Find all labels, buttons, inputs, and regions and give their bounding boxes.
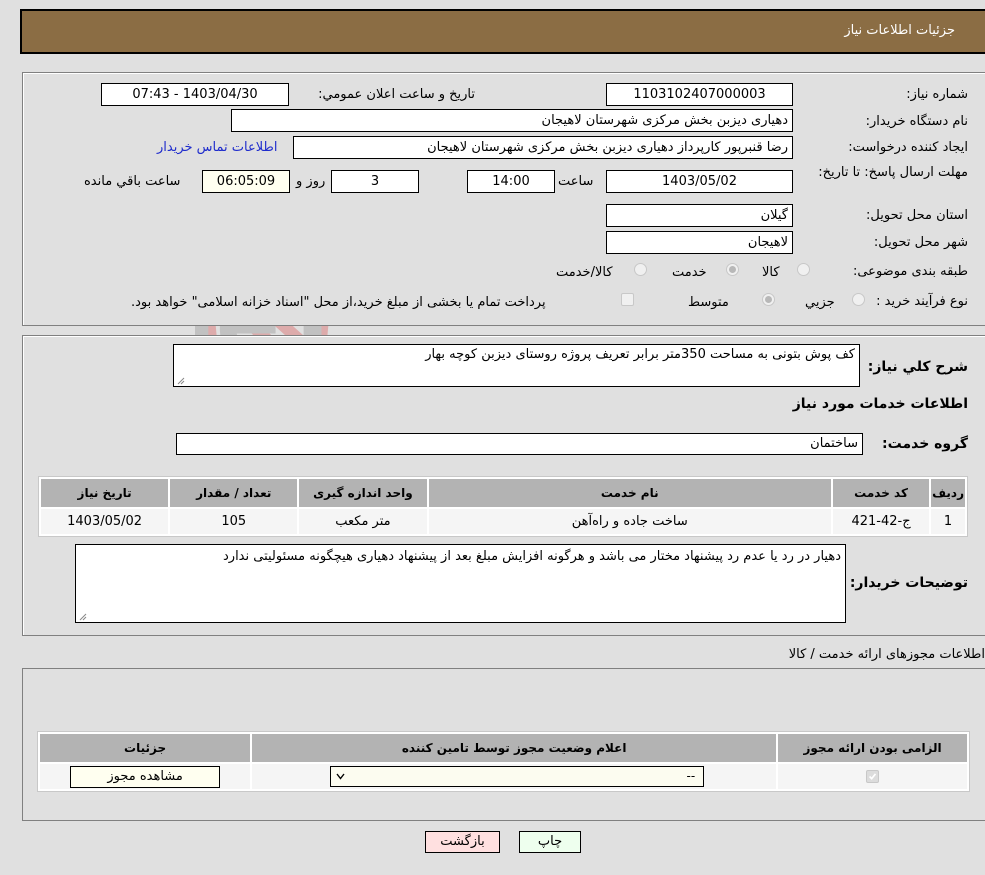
description-text: کف پوش بتونی به مساحت 350متر برابر تعریف… (425, 347, 855, 362)
services-table-header: ردیف کد خدمت نام خدمت واحد اندازه گیری ت… (41, 479, 965, 507)
permits-table: الزامی بودن ارائه مجوز اعلام وضعیت مجوز … (37, 731, 970, 792)
table-row: 1 ج-42-421 ساخت جاده و راه‌آهن متر مکعب … (41, 509, 965, 534)
deadline-date-field: 1403/05/02 (606, 170, 793, 193)
category-radio-goods[interactable] (797, 263, 810, 276)
category-label: طبقه بندی موضوعی: (852, 264, 968, 279)
cell-date: 1403/05/02 (41, 509, 169, 534)
buyer-org-label: نام دستگاه خریدار: (865, 114, 968, 129)
province-field: گیلان (606, 204, 793, 227)
service-group-label: گروه خدمت: (882, 436, 968, 452)
buyer-notes-textarea[interactable]: دهیار در رد یا عدم رد پیشنهاد مختار می ب… (75, 544, 846, 623)
col-index: ردیف (931, 479, 965, 507)
col-name: نام خدمت (428, 479, 831, 507)
permit-status-value: -- (686, 769, 696, 783)
permits-table-header: الزامی بودن ارائه مجوز اعلام وضعیت مجوز … (40, 734, 967, 762)
deadline-label: مهلت ارسال پاسخ: تا تاریخ: (818, 165, 968, 180)
cell-unit: متر مکعب (299, 509, 427, 534)
cell-name: ساخت جاده و راه‌آهن (428, 509, 831, 534)
treasury-note: پرداخت تمام یا بخشی از مبلغ خرید،از محل … (131, 295, 546, 310)
deadline-time-label: ساعت (558, 174, 594, 189)
services-table: ردیف کد خدمت نام خدمت واحد اندازه گیری ت… (38, 476, 968, 537)
buyer-notes-label: توضیحات خریدار: (849, 575, 968, 591)
col-qty: تعداد / مقدار (170, 479, 298, 507)
category-option-goods: کالا (762, 265, 780, 280)
category-option-service: خدمت (672, 265, 707, 280)
category-radio-goods-service[interactable] (634, 263, 647, 276)
table-row: -- مشاهده مجوز (40, 764, 967, 789)
creator-field: رضا قنبرپور کارپرداز دهیاری دیزبن بخش مر… (293, 136, 793, 159)
description-label: شرح کلي نیاز: (867, 359, 968, 375)
announce-label: تاریخ و ساعت اعلان عمومي: (318, 87, 475, 102)
city-field: لاهیجان (606, 231, 793, 254)
category-radio-service[interactable] (726, 263, 739, 276)
print-button[interactable]: چاپ (519, 831, 581, 853)
treasury-checkbox[interactable] (621, 293, 634, 306)
buyer-org-field: دهیاری دیزبن بخش مرکزی شهرستان لاهیجان (231, 109, 793, 132)
province-label: استان محل تحویل: (866, 208, 968, 223)
service-group-field: ساختمان (176, 433, 863, 455)
cell-permit-required (778, 764, 967, 789)
cell-code: ج-42-421 (832, 509, 930, 534)
process-option-minor: جزيي (805, 295, 835, 310)
process-type-label: نوع فرآیند خرید : (876, 294, 968, 309)
description-textarea[interactable]: کف پوش بتونی به مساحت 350متر برابر تعریف… (173, 344, 860, 387)
cell-index: 1 (931, 509, 965, 534)
permit-status-select[interactable]: -- (330, 766, 705, 787)
back-button[interactable]: بازگشت (425, 831, 500, 853)
deadline-time-field: 14:00 (467, 170, 555, 193)
need-number-label: شماره نیاز: (906, 87, 968, 102)
checkmark-icon (869, 773, 877, 780)
category-option-goods-service: کالا/خدمت (556, 265, 613, 280)
city-label: شهر محل تحویل: (873, 235, 968, 250)
page-header: جزئیات اطلاعات نیاز (20, 9, 985, 54)
col-permit-required: الزامی بودن ارائه مجوز (778, 734, 967, 762)
cell-permit-details: مشاهده مجوز (40, 764, 251, 789)
view-permit-button[interactable]: مشاهده مجوز (70, 765, 221, 788)
permit-required-checkbox[interactable] (866, 770, 880, 783)
permits-section-title: اطلاعات مجوزهای ارائه خدمت / کالا (788, 647, 985, 662)
process-option-medium: متوسط (688, 295, 729, 310)
cell-qty: 105 (170, 509, 298, 534)
col-code: کد خدمت (832, 479, 930, 507)
days-label: روز و (296, 174, 326, 189)
process-radio-medium[interactable] (762, 293, 775, 306)
col-date: تاریخ نیاز (41, 479, 169, 507)
days-remaining-field: 3 (331, 170, 419, 193)
resize-grip-icon[interactable] (176, 376, 185, 385)
col-permit-status: اعلام وضعیت مجوز توسط تامین کننده (252, 734, 777, 762)
page-title: جزئیات اطلاعات نیاز (844, 23, 955, 38)
col-permit-details: جزئیات (40, 734, 251, 762)
col-unit: واحد اندازه گیری (299, 479, 427, 507)
chevron-down-icon (336, 773, 345, 780)
announce-datetime-field: 1403/04/30 - 07:43 (101, 83, 289, 106)
buyer-contact-link[interactable]: اطلاعات تماس خریدار (157, 140, 277, 155)
need-number-field: 1103102407000003 (606, 83, 793, 106)
remaining-time-field: 06:05:09 (202, 170, 290, 193)
remaining-label: ساعت باقي مانده (84, 174, 181, 189)
process-radio-minor[interactable] (852, 293, 865, 306)
services-section-title: اطلاعات خدمات مورد نیاز (792, 396, 968, 412)
buyer-notes-text: دهیار در رد یا عدم رد پیشنهاد مختار می ب… (223, 549, 841, 564)
resize-grip-icon[interactable] (78, 612, 87, 621)
cell-permit-status: -- (252, 764, 777, 789)
creator-label: ایجاد کننده درخواست: (848, 140, 968, 155)
